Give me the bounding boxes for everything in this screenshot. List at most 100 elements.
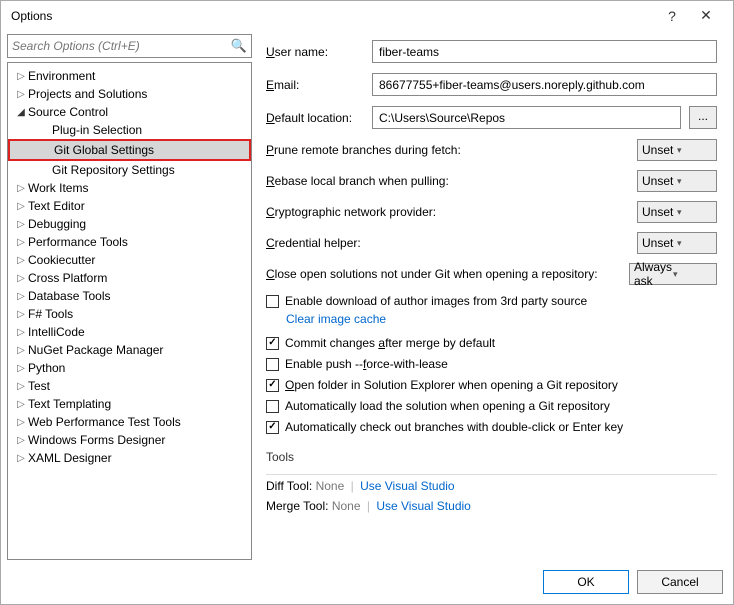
tree-item-web-performance-test-tools[interactable]: ▷Web Performance Test Tools: [8, 413, 251, 431]
chevron-right-icon[interactable]: ▷: [14, 453, 28, 464]
setting-combo[interactable]: Always ask▾: [629, 263, 717, 285]
setting-combo[interactable]: Unset▾: [637, 139, 717, 161]
ok-button[interactable]: OK: [543, 570, 629, 594]
lbl-force-lease: Enable push --force-with-lease: [285, 357, 448, 371]
chk-commit-after-merge[interactable]: [266, 337, 279, 350]
tree-item-git-global-settings[interactable]: Git Global Settings: [10, 141, 249, 159]
chevron-right-icon[interactable]: ▷: [14, 309, 28, 320]
tree-item-python[interactable]: ▷Python: [8, 359, 251, 377]
tree-item-nuget-package-manager[interactable]: ▷NuGet Package Manager: [8, 341, 251, 359]
chevron-right-icon[interactable]: ▷: [14, 417, 28, 428]
tree-item-environment[interactable]: ▷Environment: [8, 67, 251, 85]
tree-item-text-editor[interactable]: ▷Text Editor: [8, 197, 251, 215]
tree-item-label: Windows Forms Designer: [28, 433, 165, 447]
tree-item-label: Projects and Solutions: [28, 87, 147, 101]
tree-item-label: Debugging: [28, 217, 86, 231]
help-icon[interactable]: ?: [655, 8, 689, 24]
tree-item-label: Text Templating: [28, 397, 111, 411]
chevron-right-icon[interactable]: ▷: [14, 327, 28, 338]
lbl-download-authors: Enable download of author images from 3r…: [285, 294, 587, 308]
tree-item-label: Text Editor: [28, 199, 85, 213]
tree-item-git-repository-settings[interactable]: Git Repository Settings: [8, 161, 251, 179]
setting-label: Rebase local branch when pulling:: [266, 174, 637, 188]
diff-use-vs-link[interactable]: Use Visual Studio: [360, 479, 455, 493]
chevron-right-icon[interactable]: ▷: [14, 255, 28, 266]
chevron-right-icon[interactable]: ▷: [14, 345, 28, 356]
search-icon[interactable]: 🔍: [231, 38, 247, 54]
chevron-right-icon[interactable]: ▷: [14, 291, 28, 302]
chevron-right-icon[interactable]: ▷: [14, 71, 28, 82]
chevron-right-icon[interactable]: ▷: [14, 201, 28, 212]
tree-item-projects-and-solutions[interactable]: ▷Projects and Solutions: [8, 85, 251, 103]
chevron-right-icon[interactable]: ▷: [14, 381, 28, 392]
merge-tool-row: Merge Tool: None | Use Visual Studio: [266, 499, 717, 513]
tree-item-performance-tools[interactable]: ▷Performance Tools: [8, 233, 251, 251]
tree-item-intellicode[interactable]: ▷IntelliCode: [8, 323, 251, 341]
tree-item-label: IntelliCode: [28, 325, 85, 339]
setting-label: Cryptographic network provider:: [266, 205, 637, 219]
tree-item-label: Plug-in Selection: [52, 123, 142, 137]
tree-item-plug-in-selection[interactable]: Plug-in Selection: [8, 121, 251, 139]
tree-item-label: Git Repository Settings: [52, 163, 175, 177]
tree-item-cookiecutter[interactable]: ▷Cookiecutter: [8, 251, 251, 269]
tree-item-label: XAML Designer: [28, 451, 112, 465]
merge-use-vs-link[interactable]: Use Visual Studio: [376, 499, 471, 513]
combo-value: Unset: [642, 205, 677, 219]
username-input[interactable]: [372, 40, 717, 63]
tree-item-xaml-designer[interactable]: ▷XAML Designer: [8, 449, 251, 467]
chevron-right-icon[interactable]: ▷: [14, 89, 28, 100]
close-icon[interactable]: ✕: [689, 7, 723, 24]
tree-item-test[interactable]: ▷Test: [8, 377, 251, 395]
email-input[interactable]: [372, 73, 717, 96]
chevron-right-icon[interactable]: ▷: [14, 183, 28, 194]
chevron-down-icon[interactable]: ◢: [14, 107, 28, 118]
tree-item-work-items[interactable]: ▷Work Items: [8, 179, 251, 197]
chevron-right-icon[interactable]: ▷: [14, 363, 28, 374]
chk-open-folder[interactable]: [266, 379, 279, 392]
chevron-right-icon[interactable]: ▷: [14, 273, 28, 284]
lbl-open-folder: Open folder in Solution Explorer when op…: [285, 378, 618, 392]
chk-auto-load[interactable]: [266, 400, 279, 413]
tree-item-debugging[interactable]: ▷Debugging: [8, 215, 251, 233]
tree-item-label: Database Tools: [28, 289, 111, 303]
diff-tool-row: Diff Tool: None | Use Visual Studio: [266, 479, 717, 493]
tree-item-text-templating[interactable]: ▷Text Templating: [8, 395, 251, 413]
clear-image-cache-link[interactable]: Clear image cache: [286, 312, 717, 326]
options-tree[interactable]: ▷Environment▷Projects and Solutions◢Sour…: [7, 62, 252, 560]
search-box[interactable]: 🔍: [7, 34, 252, 58]
setting-combo[interactable]: Unset▾: [637, 170, 717, 192]
tree-item-label: Test: [28, 379, 50, 393]
tree-item-cross-platform[interactable]: ▷Cross Platform: [8, 269, 251, 287]
combo-value: Unset: [642, 174, 677, 188]
chevron-right-icon[interactable]: ▷: [14, 399, 28, 410]
cancel-button[interactable]: Cancel: [637, 570, 723, 594]
tree-item-windows-forms-designer[interactable]: ▷Windows Forms Designer: [8, 431, 251, 449]
tree-item-database-tools[interactable]: ▷Database Tools: [8, 287, 251, 305]
setting-combo[interactable]: Unset▾: [637, 201, 717, 223]
tree-item-label: Cookiecutter: [28, 253, 95, 267]
dialog-footer: OK Cancel: [1, 560, 733, 604]
chevron-down-icon: ▾: [677, 145, 712, 156]
chk-download-authors[interactable]: [266, 295, 279, 308]
combo-value: Unset: [642, 236, 677, 250]
chk-force-lease[interactable]: [266, 358, 279, 371]
setting-row: Cryptographic network provider:Unset▾: [266, 201, 717, 223]
settings-panel: User name: Email: Default location: ... …: [260, 34, 727, 560]
chevron-right-icon[interactable]: ▷: [14, 435, 28, 446]
browse-button[interactable]: ...: [689, 106, 717, 129]
titlebar: Options ? ✕: [1, 1, 733, 30]
location-input[interactable]: [372, 106, 681, 129]
chk-auto-checkout[interactable]: [266, 421, 279, 434]
chevron-right-icon[interactable]: ▷: [14, 237, 28, 248]
tree-item-label: Source Control: [28, 105, 108, 119]
chevron-right-icon[interactable]: ▷: [14, 219, 28, 230]
tree-item-label: Web Performance Test Tools: [28, 415, 181, 429]
tree-item-f-tools[interactable]: ▷F# Tools: [8, 305, 251, 323]
setting-combo[interactable]: Unset▾: [637, 232, 717, 254]
tree-item-source-control[interactable]: ◢Source Control: [8, 103, 251, 121]
tree-item-label: Cross Platform: [28, 271, 107, 285]
combo-value: Unset: [642, 143, 677, 157]
lbl-auto-checkout: Automatically check out branches with do…: [285, 420, 623, 434]
tree-item-label: Python: [28, 361, 65, 375]
search-input[interactable]: [12, 39, 231, 53]
